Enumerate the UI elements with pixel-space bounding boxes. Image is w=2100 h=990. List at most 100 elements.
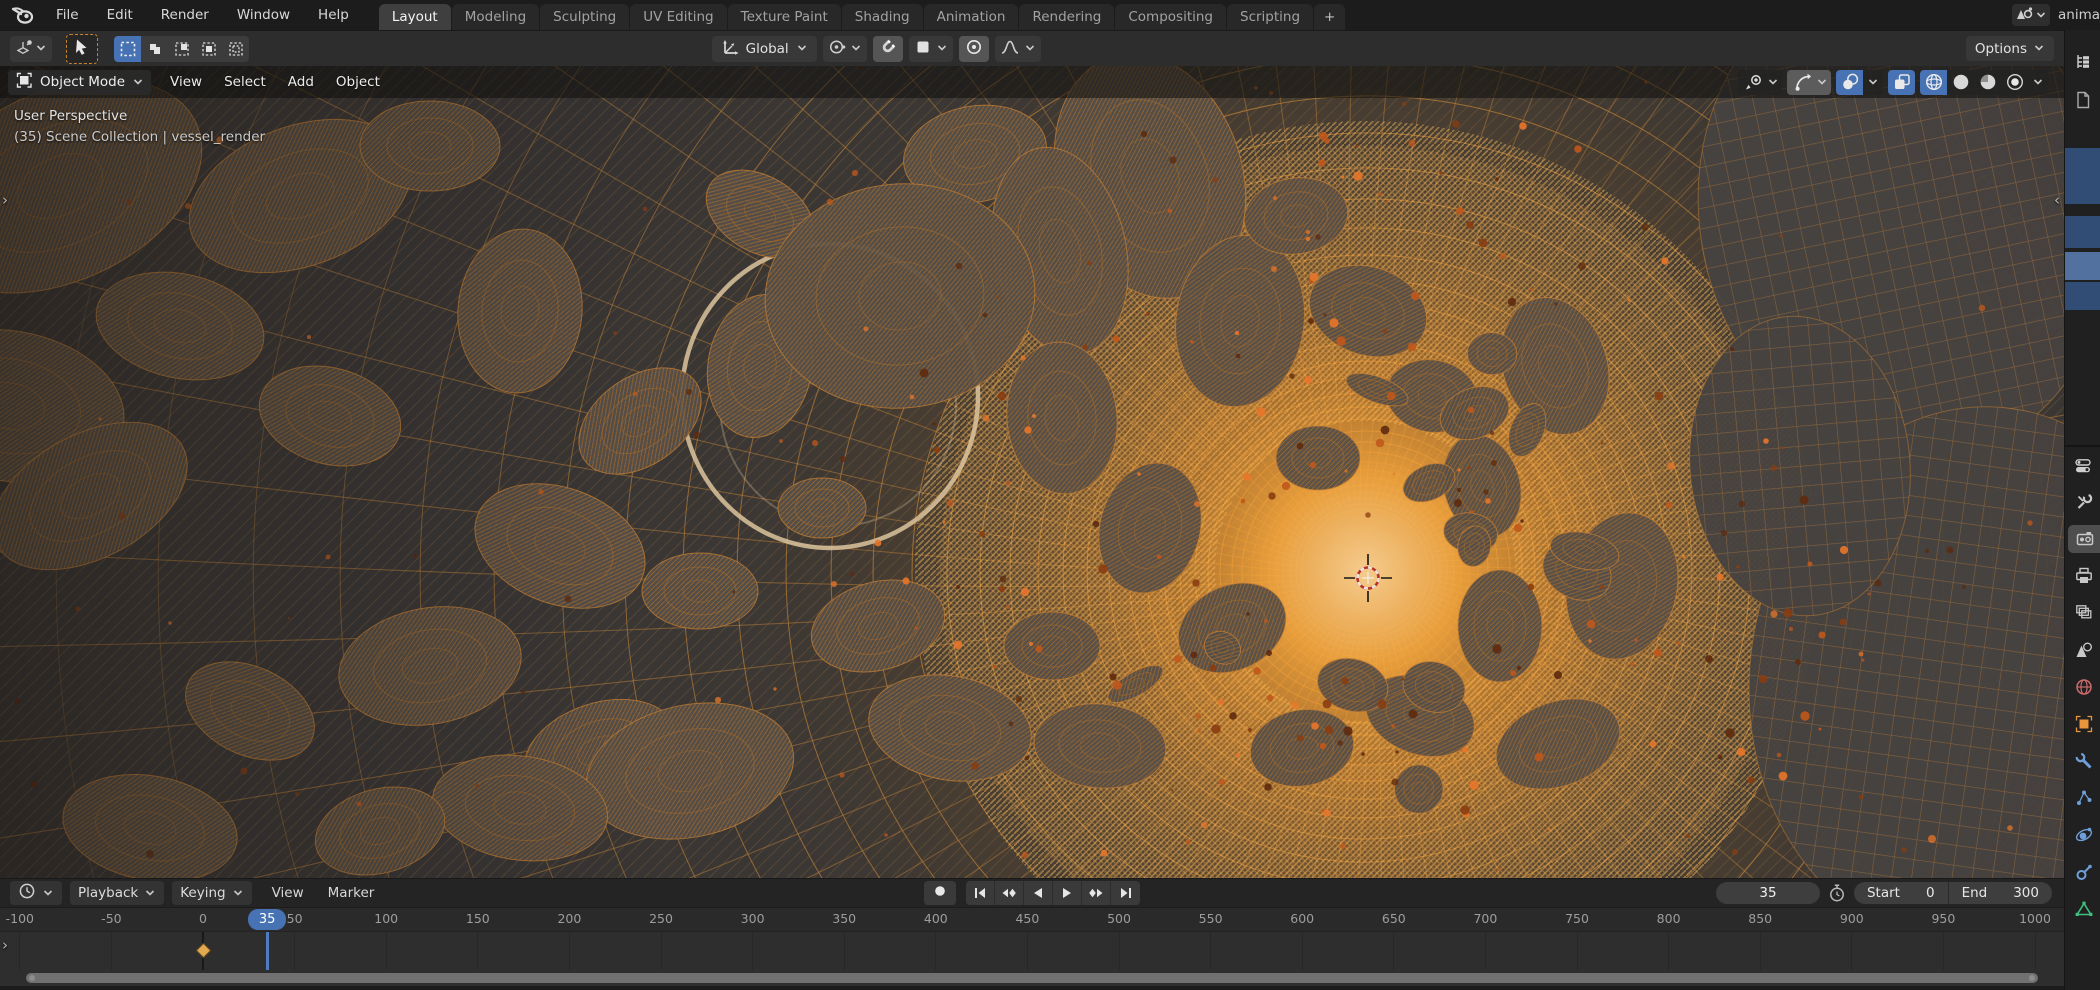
select-invert-button[interactable] bbox=[195, 35, 222, 62]
outliner-selected-row[interactable] bbox=[2065, 216, 2100, 248]
snap-target-button[interactable] bbox=[908, 35, 953, 62]
menu-edit[interactable]: Edit bbox=[93, 0, 147, 30]
workspace-tab-texture-paint[interactable]: Texture Paint bbox=[727, 4, 841, 30]
properties-tab-particles[interactable] bbox=[2070, 784, 2098, 812]
menu-file[interactable]: File bbox=[42, 0, 93, 30]
outliner-icon[interactable] bbox=[2070, 50, 2096, 74]
shading-material-icon[interactable] bbox=[1974, 69, 2001, 95]
properties-tab-modifiers[interactable] bbox=[2070, 747, 2098, 775]
properties-tab-world[interactable] bbox=[2070, 673, 2098, 701]
menu-help[interactable]: Help bbox=[304, 0, 363, 30]
viewport-3d[interactable]: Object Mode View Select Add Object User … bbox=[0, 66, 2064, 878]
viewport-menu-select[interactable]: Select bbox=[213, 74, 277, 90]
shading-rendered-icon[interactable] bbox=[2001, 69, 2028, 95]
horizontal-scrollbar[interactable] bbox=[26, 973, 2038, 983]
properties-tab-output[interactable] bbox=[2070, 562, 2098, 590]
menu-window[interactable]: Window bbox=[223, 0, 304, 30]
timeline-tracks[interactable] bbox=[0, 932, 2064, 970]
sidebar-expand-arrow[interactable]: ‹ bbox=[2054, 191, 2060, 209]
frame-gridline bbox=[1118, 932, 1120, 970]
jump-to-end-button[interactable] bbox=[1111, 881, 1140, 905]
timeline-menu-playback[interactable]: Playback bbox=[70, 881, 165, 905]
play-forward-button[interactable] bbox=[1053, 881, 1082, 905]
shading-wireframe-icon[interactable] bbox=[1920, 69, 1947, 95]
properties-tab-render[interactable] bbox=[2068, 525, 2100, 553]
start-frame-field[interactable]: Start 0 bbox=[1854, 885, 1948, 901]
orientation-button[interactable]: Global bbox=[711, 35, 817, 62]
chevron-down-icon bbox=[936, 39, 948, 58]
pivot-point-button[interactable] bbox=[822, 35, 867, 62]
active-tool-tweak-button[interactable] bbox=[66, 33, 98, 64]
next-keyframe-button[interactable] bbox=[1082, 881, 1111, 905]
workspace-tab-uv-editing[interactable]: UV Editing bbox=[630, 4, 727, 30]
toolbar-expand-arrow[interactable]: › bbox=[2, 191, 8, 209]
select-subtract-button[interactable] bbox=[168, 35, 195, 62]
prev-keyframe-button[interactable] bbox=[995, 881, 1024, 905]
frame-gridline bbox=[2034, 932, 2036, 970]
workspace-tab-shading[interactable]: Shading bbox=[841, 4, 923, 30]
right-editor-column bbox=[2064, 30, 2100, 990]
keyframe-diamond[interactable] bbox=[195, 942, 211, 959]
viewport-menu-object[interactable]: Object bbox=[325, 74, 391, 90]
properties-tab-physics[interactable] bbox=[2070, 821, 2098, 849]
proportional-edit-button[interactable] bbox=[958, 35, 989, 62]
outliner-active-row[interactable] bbox=[2065, 252, 2100, 280]
workspace-tab-rendering[interactable]: Rendering bbox=[1019, 4, 1115, 30]
chevron-down-icon[interactable] bbox=[2028, 69, 2048, 95]
workspace-tab-scripting[interactable]: Scripting bbox=[1227, 4, 1314, 30]
scene-name[interactable]: anima bbox=[2058, 7, 2100, 23]
playhead[interactable] bbox=[266, 932, 269, 970]
options-button[interactable]: Options bbox=[1965, 36, 2054, 61]
record-button[interactable] bbox=[924, 881, 956, 905]
overlays-button[interactable] bbox=[1836, 69, 1883, 95]
frame-gridline bbox=[385, 932, 387, 970]
select-intersect-button[interactable] bbox=[222, 35, 249, 62]
add-workspace-button[interactable]: + bbox=[1314, 4, 1346, 30]
outliner-selected-row[interactable] bbox=[2065, 282, 2100, 310]
editor-type-button[interactable] bbox=[10, 35, 52, 62]
mode-dropdown[interactable]: Object Mode bbox=[8, 69, 152, 95]
blender-logo-icon[interactable] bbox=[10, 4, 36, 26]
scene-selector-button[interactable] bbox=[2012, 4, 2050, 26]
timeline-expand-arrow[interactable]: › bbox=[2, 936, 8, 954]
current-frame-badge[interactable]: 35 bbox=[248, 909, 287, 930]
chevron-down-icon bbox=[132, 73, 144, 92]
shading-solid-icon[interactable] bbox=[1947, 69, 1974, 95]
viewport-menu-view[interactable]: View bbox=[159, 74, 213, 90]
workspace-tab-animation[interactable]: Animation bbox=[923, 4, 1019, 30]
orientation-label: Global bbox=[745, 40, 789, 57]
timeline-menu-view[interactable]: View bbox=[260, 885, 316, 901]
timeline-menu-marker[interactable]: Marker bbox=[316, 885, 387, 901]
timeline-editor-type-button[interactable] bbox=[10, 881, 62, 905]
object-visibility-button[interactable] bbox=[1738, 69, 1782, 95]
menu-render[interactable]: Render bbox=[147, 0, 223, 30]
properties-editor-icon[interactable] bbox=[2070, 454, 2096, 478]
workspace-tab-compositing[interactable]: Compositing bbox=[1115, 4, 1226, 30]
viewport-menu-add[interactable]: Add bbox=[277, 74, 325, 90]
xray-toggle-icon[interactable] bbox=[1888, 69, 1915, 95]
stopwatch-icon[interactable] bbox=[1827, 883, 1847, 903]
workspace-tab-sculpting[interactable]: Sculpting bbox=[540, 4, 630, 30]
select-set-button[interactable] bbox=[114, 35, 141, 62]
properties-tab-data[interactable] bbox=[2070, 895, 2098, 923]
select-extend-button[interactable] bbox=[141, 35, 168, 62]
gizmos-button[interactable] bbox=[1787, 69, 1831, 95]
properties-tab-tool[interactable] bbox=[2070, 488, 2098, 516]
workspace-tab-modeling[interactable]: Modeling bbox=[451, 4, 540, 30]
snap-toggle-button[interactable] bbox=[872, 35, 903, 62]
end-frame-field[interactable]: End 300 bbox=[1949, 885, 2052, 901]
jump-to-start-button[interactable] bbox=[966, 881, 995, 905]
properties-tab-constraints[interactable] bbox=[2070, 858, 2098, 886]
play-reverse-button[interactable] bbox=[1024, 881, 1053, 905]
timeline-ruler[interactable]: -100 -50 0 50 100 150 200 250 300 350 400 450 500 550… bbox=[0, 908, 2064, 932]
outliner-selected-row[interactable] bbox=[2065, 148, 2100, 204]
workspace-tab-layout[interactable]: Layout bbox=[378, 4, 451, 30]
properties-tab-scene[interactable] bbox=[2070, 636, 2098, 664]
gizmo-icon bbox=[1790, 72, 1816, 92]
filter-page-icon[interactable] bbox=[2070, 88, 2096, 112]
properties-tab-view-layer[interactable] bbox=[2070, 599, 2098, 627]
properties-tab-object[interactable] bbox=[2070, 710, 2098, 738]
timeline-menu-keying[interactable]: Keying bbox=[172, 881, 252, 905]
current-frame-field[interactable]: 35 bbox=[1715, 882, 1820, 904]
falloff-button[interactable] bbox=[994, 35, 1041, 62]
